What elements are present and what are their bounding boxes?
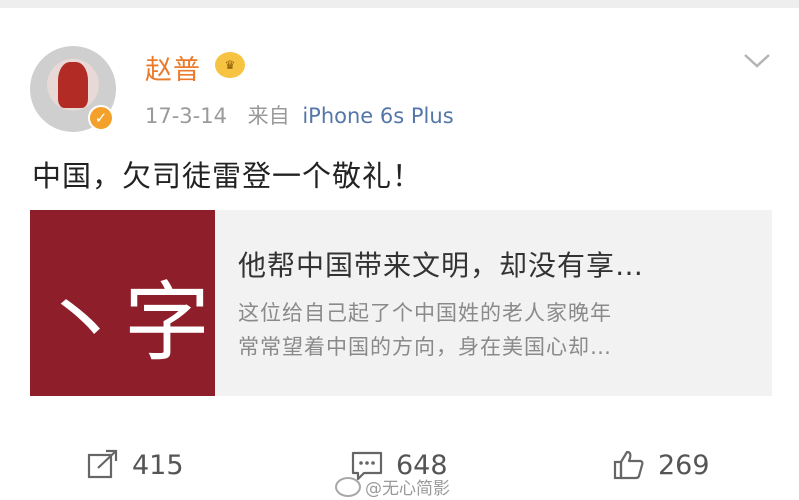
watermark-text: @无心简影 [365,479,450,499]
thumbnail-text: 丶字 [38,273,210,373]
like-button[interactable]: 269 [612,438,710,492]
thumbs-up-icon [613,450,644,480]
username[interactable]: 赵普 [145,48,201,87]
source-prefix: 来自 [247,104,290,128]
repost-button[interactable]: 415 [86,438,184,492]
link-description: 这位给自己起了个中国姓的老人家晚年 常常望着中国的方向，身在美国心却… [238,296,738,364]
verified-v-icon: ✓ [88,105,114,131]
post-meta: 17-3-14 来自 iPhone 6s Plus [145,100,454,130]
weibo-logo-icon [335,476,361,497]
link-thumbnail: 丶字 [30,210,215,396]
link-card[interactable]: 丶字 他帮中国带来文明，却没有享… 这位给自己起了个中国姓的老人家晚年 常常望着… [30,210,772,396]
avatar-figure [58,62,88,108]
link-desc-line-1: 这位给自己起了个中国姓的老人家晚年 [238,301,612,325]
repost-icon [87,449,118,479]
link-desc-line-2: 常常望着中国的方向，身在美国心却… [238,335,612,359]
link-title: 他帮中国带来文明，却没有享… [238,249,645,282]
watermark: @无心简影 [335,474,450,499]
chevron-down-icon[interactable] [742,50,772,72]
repost-count: 415 [132,449,184,481]
vip-crown-icon: ♛ [215,52,245,78]
like-count: 269 [658,449,710,481]
post-text: 中国，欠司徒雷登一个敬礼！ [32,159,423,193]
weibo-post-card: ✓ 赵普 ♛ 17-3-14 来自 iPhone 6s Plus 中国，欠司徒雷… [0,8,799,500]
post-source[interactable]: iPhone 6s Plus [302,104,453,128]
post-date: 17-3-14 [145,104,227,128]
